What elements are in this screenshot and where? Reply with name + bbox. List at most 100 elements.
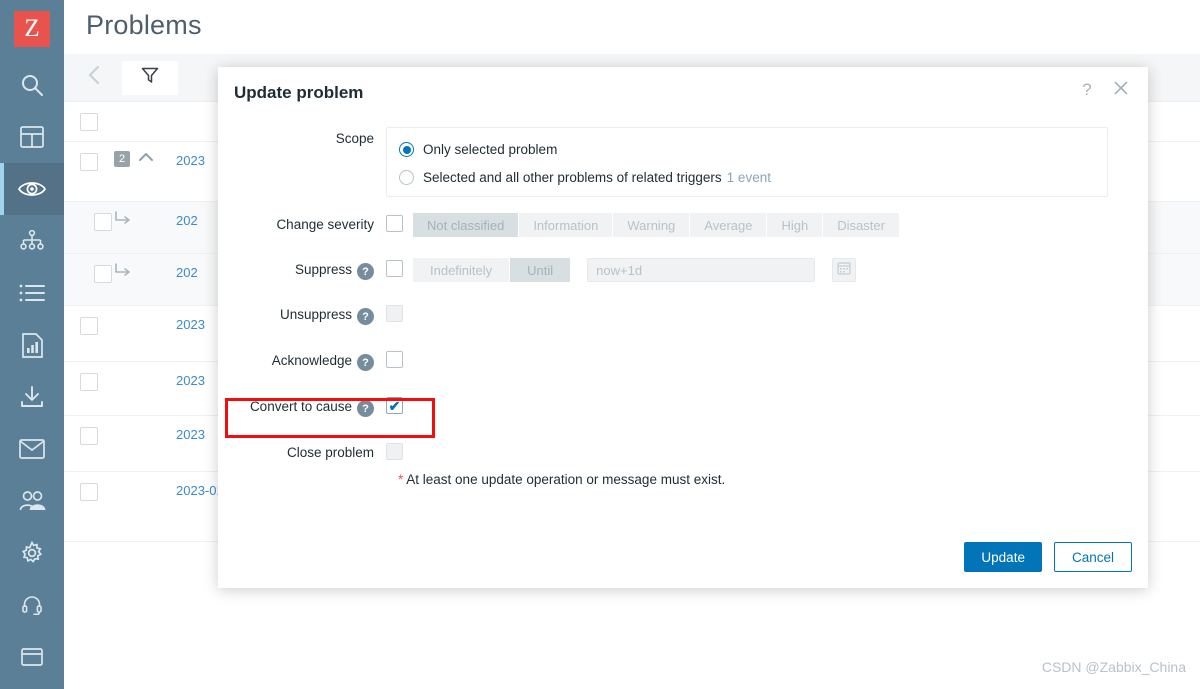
suppress-label: Suppress [295,262,352,277]
filter-tab[interactable] [122,61,178,95]
radio-all-related[interactable] [399,170,414,185]
sidebar-item-search[interactable] [0,59,64,111]
severity-high[interactable]: High [767,213,823,237]
required-note: * At least one update operation or messa… [386,472,1148,487]
gear-icon [20,541,44,565]
row-checkbox[interactable] [80,427,98,445]
dialog-title: Update problem [234,83,363,102]
dashboard-icon [20,126,44,148]
severity-button-group: Not classified Information Warning Avera… [413,213,899,237]
chevron-up-icon[interactable] [138,151,154,166]
sidebar-item-support[interactable] [0,579,64,631]
headset-icon [22,595,42,615]
radio-only-selected[interactable] [399,142,414,157]
unsuppress-label: Unsuppress [280,307,352,322]
severity-not-classified[interactable]: Not classified [413,213,519,237]
close-button[interactable] [1108,77,1134,103]
report-icon [22,333,43,358]
suppress-mode-group: Indefinitely Until [413,258,570,282]
users-icon [19,491,46,511]
window-icon [21,648,43,666]
convert-to-cause-label: Convert to cause [250,399,352,414]
scope-option-only-selected[interactable]: Only selected problem [399,142,1095,157]
scope-option-label: Selected and all other problems of relat… [423,170,722,185]
sidebar-item-alerts[interactable] [0,423,64,475]
row-checkbox[interactable] [80,373,98,391]
severity-warning[interactable]: Warning [613,213,690,237]
question-mark-icon: ? [1082,80,1091,100]
acknowledge-help-icon[interactable]: ? [357,354,374,371]
symptom-arrow-icon [114,263,132,280]
sidebar-item-administration[interactable] [0,527,64,579]
unsuppress-help-icon[interactable]: ? [357,308,374,325]
filter-icon [141,66,159,89]
sidebar-item-reports[interactable] [0,319,64,371]
suppress-until[interactable]: Until [510,258,570,282]
sidebar-item-share[interactable] [0,631,64,683]
convert-to-cause-row: Convert to cause ? ✔ [218,395,1148,417]
sidebar-item-users[interactable] [0,475,64,527]
sitemap-icon [20,230,44,252]
suppress-until-input[interactable]: now+1d [587,258,815,282]
sidebar: Z [0,0,64,689]
close-problem-row: Close problem [218,441,1148,460]
row-checkbox[interactable] [94,213,112,231]
cancel-button[interactable]: Cancel [1054,542,1132,572]
scope-row: Scope Only selected problem Selected and… [218,127,1148,197]
checkmark-icon: ✔ [389,399,401,413]
dialog-footer: Update Cancel [218,526,1148,588]
event-count-link[interactable]: 1 event [727,170,771,185]
update-problem-dialog: Update problem ? Scope Only selected pro… [218,67,1148,588]
suppress-indefinitely[interactable]: Indefinitely [413,258,510,282]
select-all-checkbox[interactable] [80,113,98,131]
symptom-arrow-icon [114,211,132,228]
change-severity-checkbox[interactable] [386,215,403,232]
sidebar-item-dashboards[interactable] [0,111,64,163]
envelope-icon [19,439,45,459]
row-checkbox[interactable] [80,483,98,501]
scope-option-all-related[interactable]: Selected and all other problems of relat… [399,170,1095,185]
close-problem-checkbox[interactable] [386,443,403,460]
collapse-filter-button[interactable] [78,62,110,94]
zabbix-logo[interactable]: Z [14,11,50,47]
convert-to-cause-help-icon[interactable]: ? [357,400,374,417]
help-button[interactable]: ? [1074,77,1100,103]
calendar-button[interactable] [832,258,856,282]
required-note-text: At least one update operation or message… [406,472,725,487]
sidebar-item-data-collection[interactable] [0,371,64,423]
severity-information[interactable]: Information [519,213,613,237]
change-severity-label: Change severity [218,213,386,237]
sidebar-item-services[interactable] [0,215,64,267]
logo-letter: Z [24,15,39,43]
convert-to-cause-checkbox[interactable]: ✔ [386,397,403,414]
update-button[interactable]: Update [964,542,1042,572]
calendar-icon [837,261,851,280]
scope-label: Scope [218,127,386,197]
page-header: Problems [64,0,1200,54]
severity-disaster[interactable]: Disaster [823,213,899,237]
acknowledge-row: Acknowledge ? [218,349,1148,371]
suppress-checkbox[interactable] [386,260,403,277]
required-star: * [398,472,403,487]
unsuppress-checkbox[interactable] [386,305,403,322]
scope-options-group: Only selected problem Selected and all o… [386,127,1108,197]
row-checkbox[interactable] [80,153,98,171]
close-icon [1114,79,1128,101]
suppress-help-icon[interactable]: ? [357,263,374,280]
sidebar-item-inventory[interactable] [0,267,64,319]
close-problem-label: Close problem [218,441,386,460]
eye-icon [18,179,46,199]
row-checkbox[interactable] [80,317,98,335]
sidebar-item-monitoring[interactable] [0,163,64,215]
change-severity-row: Change severity Not classified Informati… [218,213,1148,237]
chevron-left-icon [86,64,102,91]
scope-option-label: Only selected problem [423,142,557,157]
select-all-cell[interactable] [64,102,114,141]
list-icon [19,284,45,302]
row-checkbox[interactable] [94,265,112,283]
dialog-header: Update problem ? [218,67,1148,119]
severity-average[interactable]: Average [690,213,767,237]
acknowledge-checkbox[interactable] [386,351,403,368]
suppress-row: Suppress ? Indefinitely Until now+1d [218,258,1148,282]
download-icon [20,386,44,408]
